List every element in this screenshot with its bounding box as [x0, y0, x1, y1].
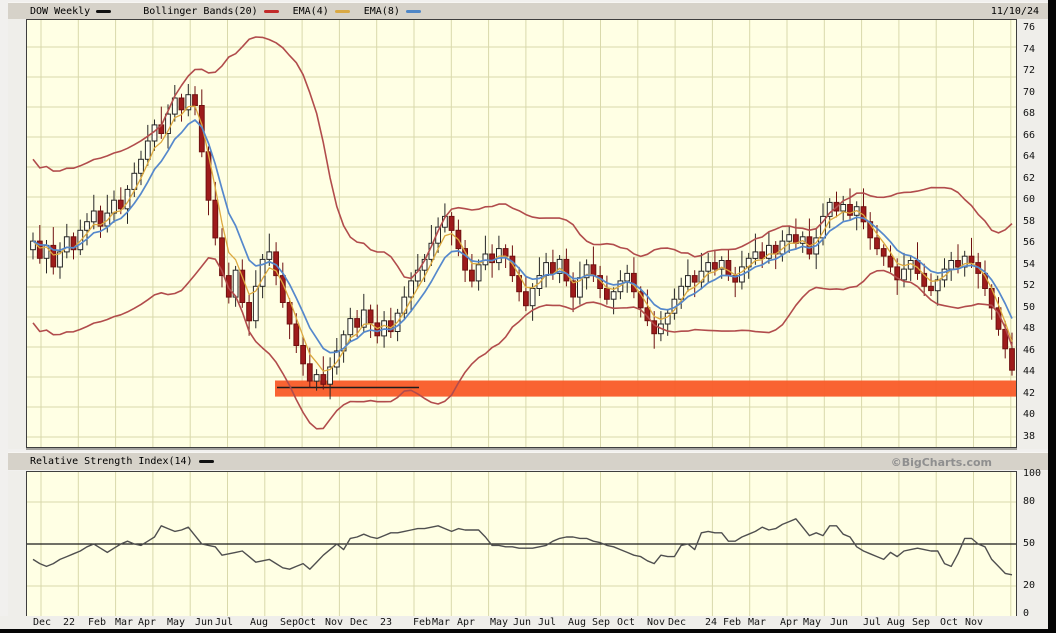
time-axis-label: Oct — [298, 618, 316, 628]
time-axis-label: May — [803, 618, 821, 628]
time-axis-label: 24 — [705, 618, 717, 628]
price-tick-label: 56 — [1023, 238, 1035, 248]
time-axis-label: Oct — [617, 618, 635, 628]
time-axis-label: Mar — [748, 618, 766, 628]
time-axis-label: Jul — [215, 618, 233, 628]
price-tick-label: 50 — [1023, 303, 1035, 313]
time-axis-label: Jul — [538, 618, 556, 628]
time-axis-label: Nov — [965, 618, 983, 628]
main-left-gutter — [8, 19, 26, 449]
main-chart-header-bar: DOW Weekly Bollinger Bands(20) EMA(4) EM… — [8, 2, 1048, 20]
time-axis-label: Sep — [280, 618, 298, 628]
time-axis-label: Jun — [830, 618, 848, 628]
time-axis-label: Mar — [432, 618, 450, 628]
price-tick-label: 66 — [1023, 131, 1035, 141]
symbol-label: DOW Weekly — [30, 6, 90, 17]
price-tick-label: 68 — [1023, 109, 1035, 119]
legend-bollinger-dash-icon — [264, 10, 279, 13]
price-tick-label: 64 — [1023, 152, 1035, 162]
price-tick-label: 76 — [1023, 23, 1035, 33]
rsi-tick-label: 100 — [1023, 469, 1041, 479]
time-axis-label: May — [167, 618, 185, 628]
main-price-chart — [26, 19, 1017, 448]
time-axis-label: Feb — [88, 618, 106, 628]
rsi-tick-label: 20 — [1023, 581, 1035, 591]
time-axis-label: Feb — [413, 618, 431, 628]
price-tick-label: 70 — [1023, 88, 1035, 98]
time-axis-label: Mar — [115, 618, 133, 628]
price-tick-label: 58 — [1023, 217, 1035, 227]
price-axis: 76 74 72 70 68 66 64 62 60 58 56 54 52 50 48 46 44 42 40 38 — [1017, 19, 1048, 449]
price-tick-label: 38 — [1023, 432, 1035, 442]
time-axis-label: May — [490, 618, 508, 628]
time-axis-label: Sep — [592, 618, 610, 628]
legend-ema8-label: EMA(8) — [364, 6, 400, 17]
legend-bollinger-label: Bollinger Bands(20) — [143, 6, 257, 17]
time-axis-label: Jul — [863, 618, 881, 628]
rsi-plot — [27, 472, 1016, 616]
time-axis-label: Jun — [195, 618, 213, 628]
bigcharts-chart-window: DOW Weekly Bollinger Bands(20) EMA(4) EM… — [0, 0, 1056, 633]
time-axis-label: Apr — [780, 618, 798, 628]
rsi-axis: 1008050200 — [1017, 471, 1048, 617]
legend-ema4-dash-icon — [335, 10, 350, 13]
candlestick-plot — [27, 20, 1016, 447]
time-axis-label: Oct — [940, 618, 958, 628]
price-tick-label: 74 — [1023, 45, 1035, 55]
chart-date: 11/10/24 — [991, 6, 1048, 17]
rsi-label: Relative Strength Index(14) — [30, 456, 193, 467]
rsi-header-bar: Relative Strength Index(14) ©BigCharts.c… — [8, 452, 1048, 470]
time-axis-label: Aug — [887, 618, 905, 628]
time-axis-label: 23 — [380, 618, 392, 628]
price-tick-label: 72 — [1023, 66, 1035, 76]
time-axis-label: Aug — [250, 618, 268, 628]
time-axis-label: Dec — [350, 618, 368, 628]
price-tick-label: 62 — [1023, 174, 1035, 184]
time-axis-label: Apr — [457, 618, 475, 628]
rsi-left-gutter — [8, 471, 26, 617]
time-axis-label: Dec — [668, 618, 686, 628]
time-axis-label: Feb — [723, 618, 741, 628]
rsi-series-dash-icon — [199, 460, 214, 463]
time-axis-label: 22 — [63, 618, 75, 628]
price-tick-label: 44 — [1023, 367, 1035, 377]
price-tick-label: 54 — [1023, 260, 1035, 270]
price-tick-label: 60 — [1023, 195, 1035, 205]
time-axis-label: Dec — [33, 618, 51, 628]
price-tick-label: 48 — [1023, 324, 1035, 334]
bottom-frame-bar — [0, 629, 1056, 633]
time-axis-label: Jun — [513, 618, 531, 628]
price-tick-label: 52 — [1023, 281, 1035, 291]
price-tick-label: 42 — [1023, 389, 1035, 399]
time-axis-label: Nov — [325, 618, 343, 628]
legend-ema4-label: EMA(4) — [293, 6, 329, 17]
rsi-tick-label: 80 — [1023, 497, 1035, 507]
time-axis-label: Nov — [647, 618, 665, 628]
main-panel-shadow — [26, 448, 1017, 450]
time-axis: Dec22FebMarAprMayJunJulAugSepOctNovDec23… — [0, 616, 1048, 629]
time-axis-label: Sep — [912, 618, 930, 628]
legend-ema8-dash-icon — [406, 10, 421, 13]
price-series-dash-icon — [96, 10, 111, 13]
price-tick-label: 46 — [1023, 346, 1035, 356]
right-frame-bar — [1048, 0, 1056, 633]
price-tick-label: 40 — [1023, 410, 1035, 420]
rsi-tick-label: 50 — [1023, 539, 1035, 549]
time-axis-label: Apr — [138, 618, 156, 628]
rsi-chart — [26, 471, 1017, 617]
time-axis-label: Aug — [568, 618, 586, 628]
bigcharts-watermark: ©BigCharts.com — [891, 456, 992, 469]
